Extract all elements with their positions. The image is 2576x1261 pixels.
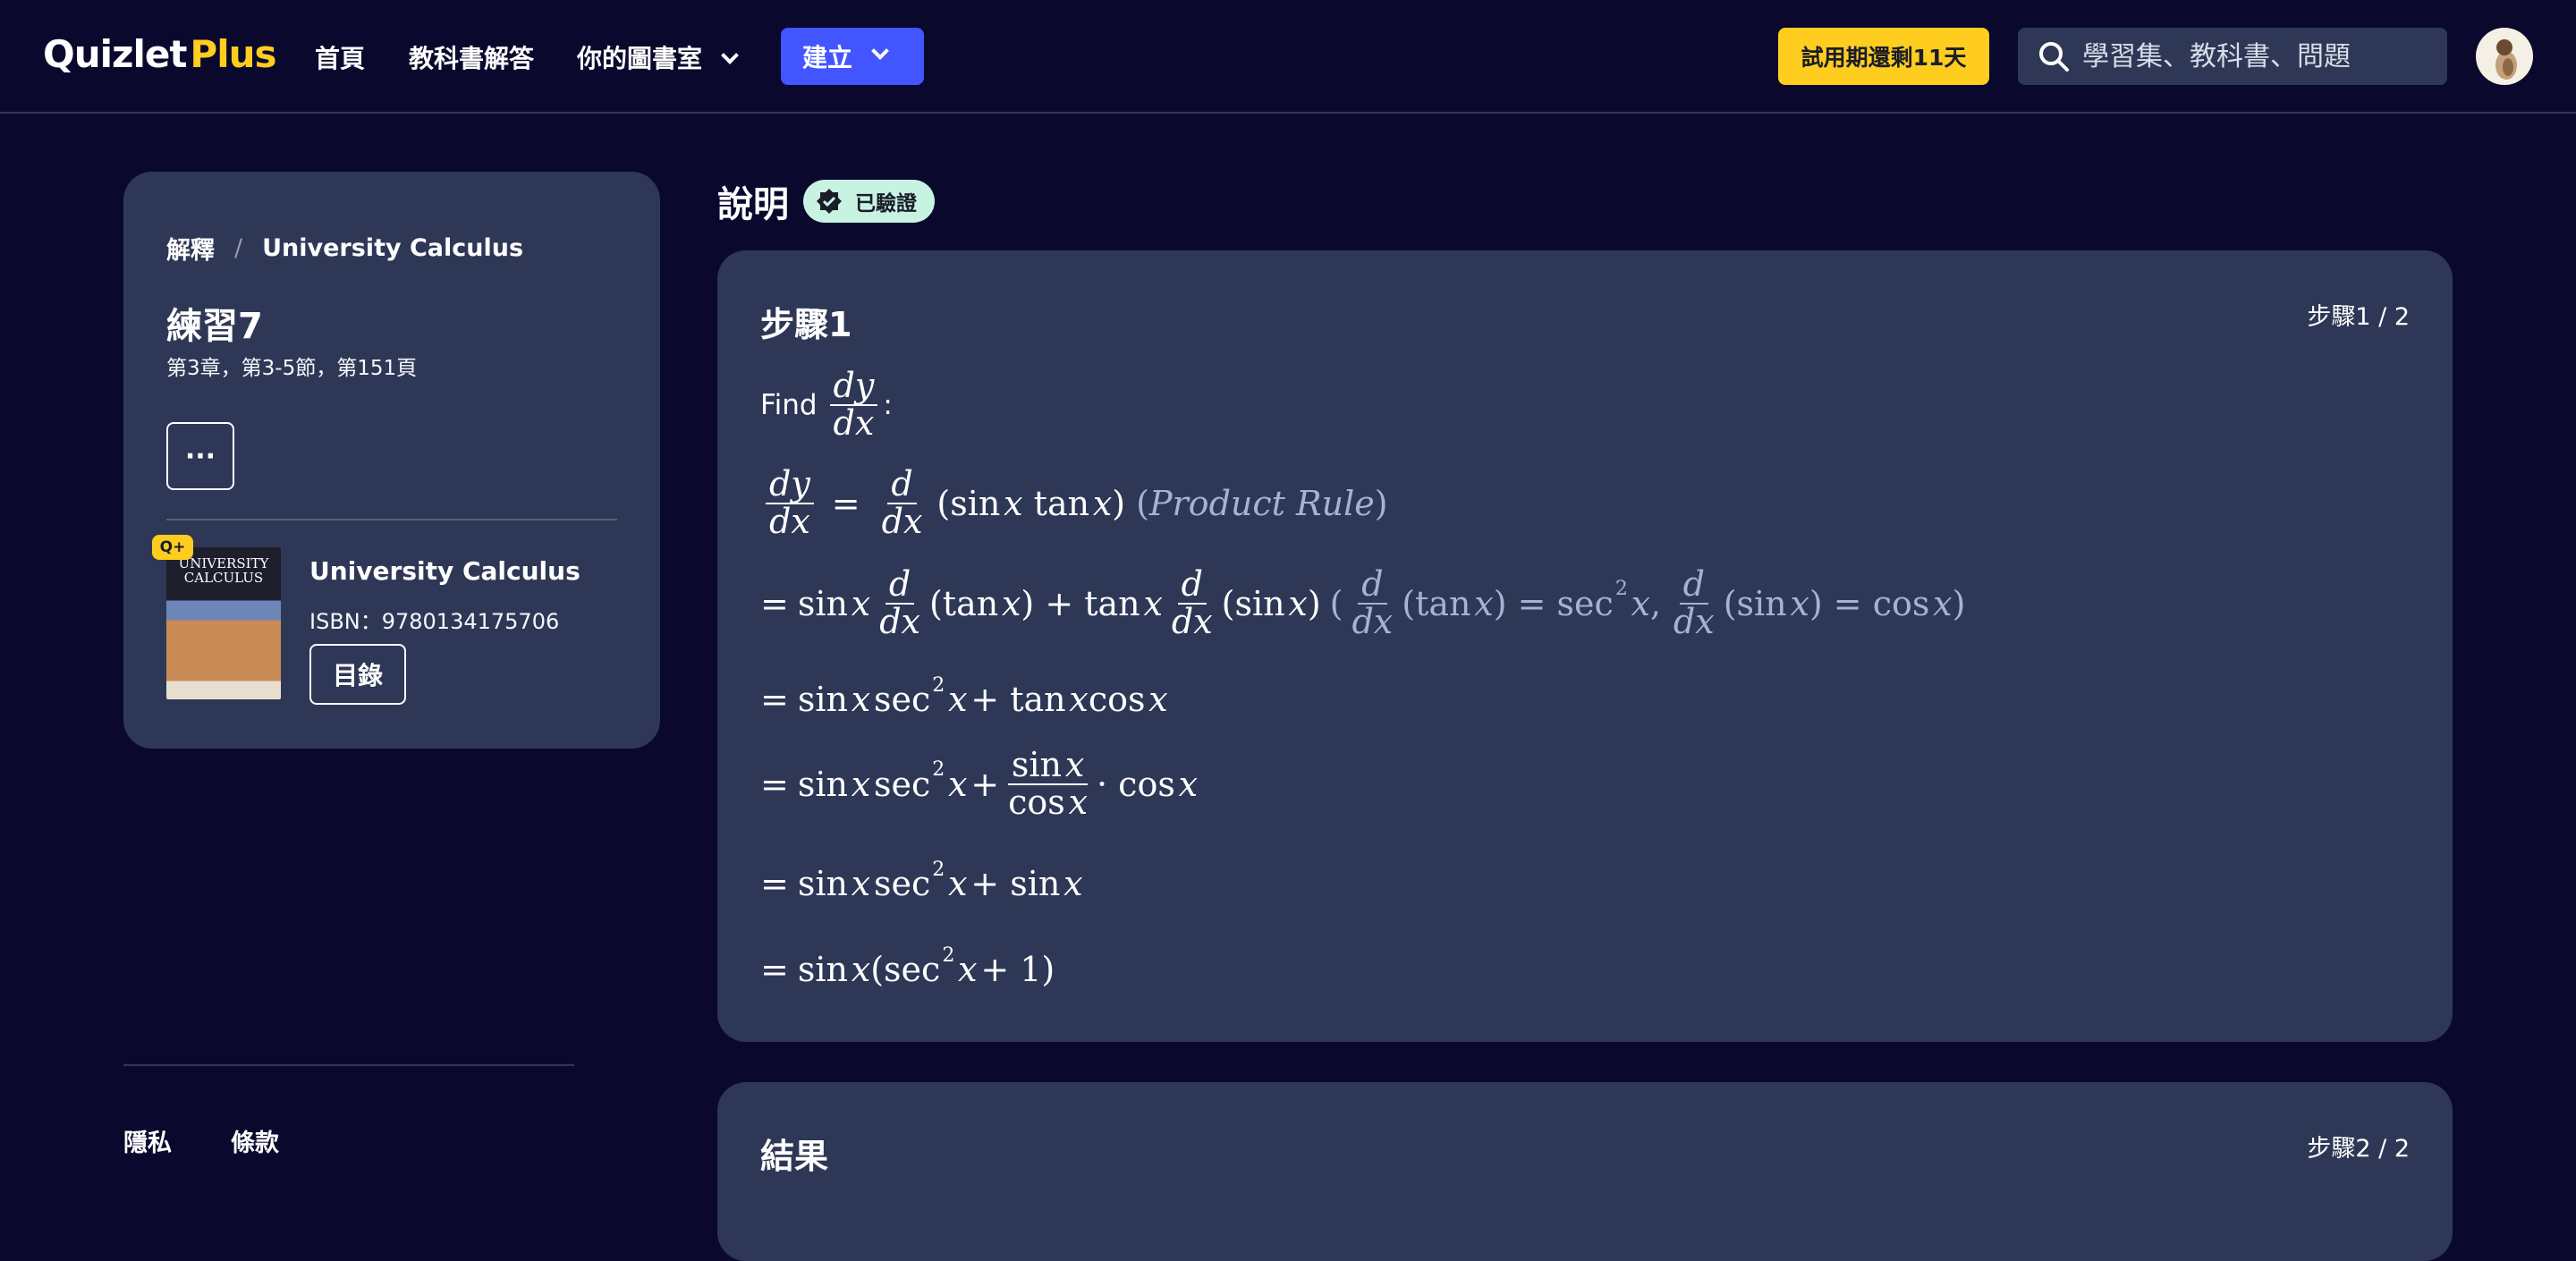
exercise-title: 練習7 [166,306,263,347]
create-button[interactable]: 建立 [781,28,924,85]
explanation-title: 說明 [717,184,789,225]
book-cover-image[interactable]: UNIVERSITY CALCULUS [166,547,281,699]
table-of-contents-button[interactable]: 目錄 [309,644,406,705]
search-input[interactable] [2082,40,2440,72]
chevron-down-icon [871,42,889,60]
math-line-6: = sin x (sec 2 x + 1) [760,944,1055,990]
math-line-4: = sin x sec 2 x + sin x cos x · cos x [760,745,1199,822]
quizlet-plus-logo[interactable]: Quizlet Plus [43,32,276,76]
math-line-1: dy dx = d dx (sin x tan x) (Product Rule) [760,466,1388,540]
book-title[interactable]: University Calculus [309,556,580,586]
chevron-down-icon [721,47,739,64]
more-options-button[interactable]: ··· [166,422,234,490]
create-label: 建立 [802,43,853,72]
logo-plus-text: Plus [190,32,276,76]
top-navigation-bar: Quizlet Plus 首頁 教科書解答 你的圖書室 建立 試用期還剩11天 [0,0,2576,114]
find-label: Find [760,388,818,421]
step-counter: 步驟2 / 2 [2307,1135,2410,1163]
math-line-5: = sin x sec 2 x + sin x [760,858,1083,904]
breadcrumb-book-link[interactable]: University Calculus [262,234,523,262]
terms-link[interactable]: 條款 [231,1123,279,1158]
logo-text: Quizlet [43,32,187,76]
math-line-3: = sin x sec 2 x + tan x cos x [760,673,1168,720]
divider [166,519,617,520]
book-cover-title: UNIVERSITY CALCULUS [178,555,269,586]
breadcrumb-root-link[interactable]: 解釋 [166,231,215,266]
privacy-link[interactable]: 隱私 [123,1123,172,1158]
step-1-card: 步驟1 步驟1 / 2 Find dy dx: dy dx = d dx (sin x… [717,250,2453,1042]
trial-days-left-button[interactable]: 試用期還剩11天 [1778,28,1989,85]
step-title: 步驟1 [760,305,852,344]
step-counter: 步驟1 / 2 [2307,303,2410,331]
product-rule-note: Product Rule [1148,483,1375,523]
avatar[interactable] [2476,28,2533,85]
exercise-info-card: 解釋 / University Calculus 練習7 第3章，第3-5節，第… [123,172,660,749]
nav-your-library-dropdown[interactable]: 你的圖書室 [577,39,739,75]
footer-divider [123,1064,574,1066]
book-isbn: ISBN：9780134175706 [309,609,560,634]
explanation-header: 說明 已驗證 [717,175,935,227]
breadcrumb: 解釋 / University Calculus [166,231,523,266]
search-icon [2039,42,2069,72]
verified-badge: 已驗證 [803,180,935,223]
nav-library-label: 你的圖書室 [577,44,703,73]
math-line-2: = sin x d dx (tan x) + tan x d dx (sin x) (d d… [760,564,1966,641]
nav-home-link[interactable]: 首頁 [315,39,365,75]
breadcrumb-separator: / [234,234,243,262]
verified-label: 已驗證 [855,192,917,216]
result-card: 結果 步驟2 / 2 [717,1082,2453,1261]
verified-check-icon [817,189,842,214]
plus-badge: Q+ [152,535,193,560]
math-line-find: Find dy dx: [760,366,893,443]
exercise-location: 第3章，第3-5節，第151頁 [166,357,418,380]
result-title: 結果 [760,1137,829,1176]
search-box[interactable] [2018,28,2447,85]
math-fraction: dy dx [829,368,878,442]
nav-textbook-solutions-link[interactable]: 教科書解答 [409,39,534,75]
